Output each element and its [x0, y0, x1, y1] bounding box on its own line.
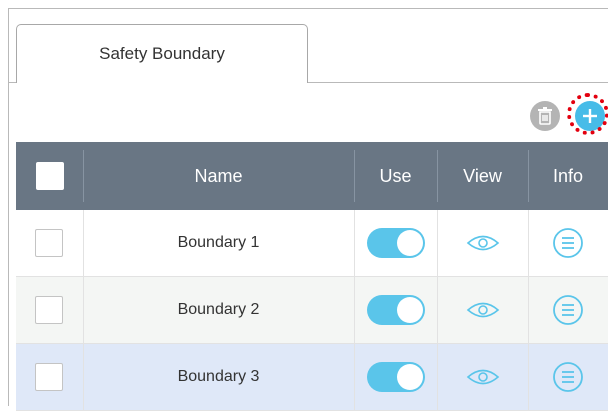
info-cell [527, 343, 608, 411]
menu-icon[interactable] [552, 361, 584, 393]
column-header-info[interactable]: Info [528, 142, 608, 210]
eye-icon[interactable] [466, 233, 500, 253]
row-checkbox[interactable] [35, 296, 64, 324]
use-cell [353, 343, 437, 411]
column-header-use[interactable]: Use [354, 142, 437, 210]
eye-icon[interactable] [466, 367, 500, 387]
add-button[interactable] [575, 101, 605, 131]
column-header-view[interactable]: View [437, 142, 528, 210]
boundary-name: Boundary 3 [82, 343, 354, 411]
plus-icon [583, 109, 597, 123]
table-header-row: Name Use View Info [16, 142, 608, 210]
view-cell [436, 210, 528, 277]
select-all-checkbox[interactable] [35, 162, 64, 190]
row-checkbox-cell [16, 343, 83, 411]
boundary-name: Boundary 2 [82, 276, 354, 344]
row-checkbox[interactable] [35, 363, 64, 391]
delete-button[interactable] [530, 101, 560, 131]
toggle-knob [396, 230, 423, 256]
row-checkbox-cell [16, 210, 83, 277]
column-header-name[interactable]: Name [83, 142, 354, 210]
boundary-name: Boundary 1 [82, 210, 354, 277]
info-cell [527, 276, 608, 344]
table-row[interactable]: Boundary 2 [16, 276, 608, 344]
menu-icon[interactable] [552, 294, 584, 326]
use-toggle[interactable] [366, 228, 425, 258]
select-all-column [16, 142, 83, 210]
tab-label: Safety Boundary [99, 44, 225, 63]
eye-icon[interactable] [466, 300, 500, 320]
toggle-knob [396, 364, 423, 390]
row-checkbox[interactable] [35, 229, 64, 257]
tab-safety-boundary[interactable]: Safety Boundary [16, 24, 308, 83]
table-row[interactable]: Boundary 3 [16, 343, 608, 411]
table-row[interactable]: Boundary 1 [16, 210, 608, 277]
toggle-knob [396, 297, 423, 323]
boundary-table: Name Use View Info Boundary 1 Boundary 2… [16, 142, 608, 411]
trash-icon [538, 107, 552, 125]
use-cell [353, 210, 437, 277]
info-cell [527, 210, 608, 277]
use-toggle[interactable] [366, 295, 425, 325]
menu-icon[interactable] [552, 227, 584, 259]
view-cell [436, 276, 528, 344]
use-cell [353, 276, 437, 344]
row-checkbox-cell [16, 276, 83, 344]
use-toggle[interactable] [366, 362, 425, 392]
view-cell [436, 343, 528, 411]
